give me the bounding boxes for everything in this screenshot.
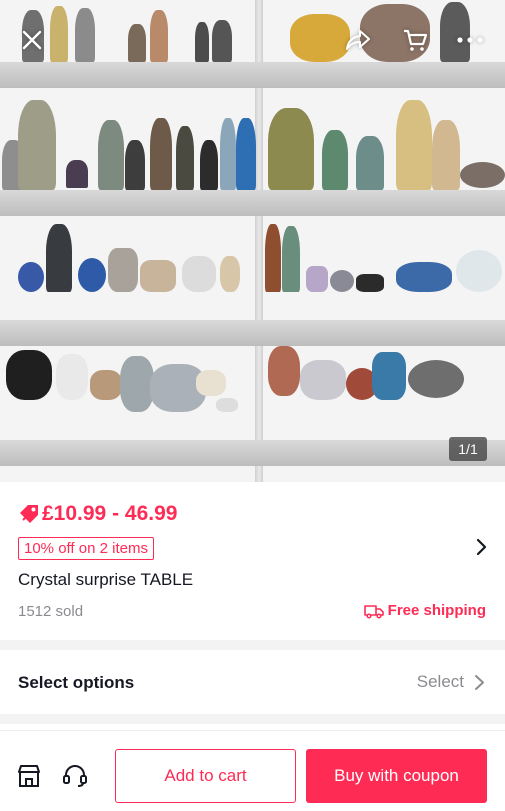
select-options-row[interactable]: Select options Select — [0, 650, 505, 714]
crystal — [268, 108, 314, 190]
select-options-label: Select options — [18, 673, 135, 692]
crystal — [78, 258, 106, 292]
crystal — [18, 100, 56, 190]
share-icon[interactable] — [340, 22, 376, 58]
crystal — [18, 262, 44, 292]
crystal — [282, 226, 300, 292]
crystal — [372, 352, 406, 400]
cart-icon[interactable] — [397, 22, 433, 58]
crystal — [150, 118, 172, 190]
product-info: £10.99 - 46.99 10% off on 2 items Crysta… — [0, 482, 505, 640]
sold-count: 1512 sold — [18, 603, 84, 620]
crystal — [456, 250, 502, 292]
crystal — [220, 118, 236, 190]
crystal — [432, 120, 460, 190]
shelf-board — [0, 320, 505, 346]
crystal — [356, 136, 384, 190]
product-image[interactable]: 1/1 — [0, 0, 505, 482]
crystal — [182, 256, 216, 292]
section-divider — [0, 714, 505, 724]
product-title: Crystal surprise TABLE — [18, 570, 194, 589]
free-shipping-label: Free shipping — [363, 602, 486, 619]
crystal — [322, 130, 348, 190]
crystal — [396, 262, 452, 292]
shelf-board — [0, 190, 505, 216]
crystal — [125, 140, 145, 190]
buy-with-coupon-button[interactable]: Buy with coupon — [306, 749, 487, 803]
price-tag-icon — [20, 505, 38, 523]
select-text: Select — [416, 672, 464, 691]
crystal — [200, 140, 218, 190]
crystal — [356, 274, 384, 292]
customer-service-icon[interactable] — [62, 763, 88, 794]
crystal — [460, 162, 505, 188]
section-divider — [0, 640, 505, 650]
image-toolbar — [0, 22, 505, 58]
crystal — [265, 224, 281, 292]
close-icon[interactable] — [14, 22, 50, 58]
crystal — [176, 126, 194, 190]
crystal — [120, 356, 154, 412]
crystal — [140, 260, 176, 292]
crystal — [46, 224, 72, 292]
shipping-text: Free shipping — [387, 602, 486, 619]
crystal — [196, 370, 226, 396]
crystal — [6, 350, 52, 400]
crystal — [108, 248, 138, 292]
chevron-right-icon[interactable] — [475, 538, 487, 561]
crystal — [56, 354, 88, 400]
crystal — [98, 120, 124, 190]
more-icon[interactable] — [452, 22, 488, 58]
crystal — [216, 398, 238, 412]
crystal — [396, 100, 432, 190]
image-counter: 1/1 — [449, 437, 487, 461]
discount-badge[interactable]: 10% off on 2 items — [18, 537, 154, 560]
crystal — [330, 270, 354, 292]
crystal — [236, 118, 256, 190]
crystal — [300, 360, 346, 400]
add-to-cart-button[interactable]: Add to cart — [115, 749, 296, 803]
product-page: 1/1 £10.99 - 46.99 10% off on 2 items Cr… — [0, 0, 505, 811]
crystal — [408, 360, 464, 398]
shelf-board — [0, 440, 505, 466]
crystal — [66, 160, 88, 188]
bottom-action-bar: Add to cart Buy with coupon — [0, 730, 505, 811]
price-row: £10.99 - 46.99 — [18, 502, 177, 526]
shop-icon[interactable] — [16, 763, 42, 794]
select-options-button[interactable]: Select — [417, 672, 485, 692]
shelf-board — [0, 62, 505, 88]
crystal — [306, 266, 328, 292]
crystal — [90, 370, 122, 400]
chevron-right-icon — [475, 674, 484, 690]
crystal — [268, 346, 300, 396]
truck-icon — [363, 604, 384, 619]
crystal — [220, 256, 240, 292]
price: £10.99 - 46.99 — [42, 502, 178, 525]
